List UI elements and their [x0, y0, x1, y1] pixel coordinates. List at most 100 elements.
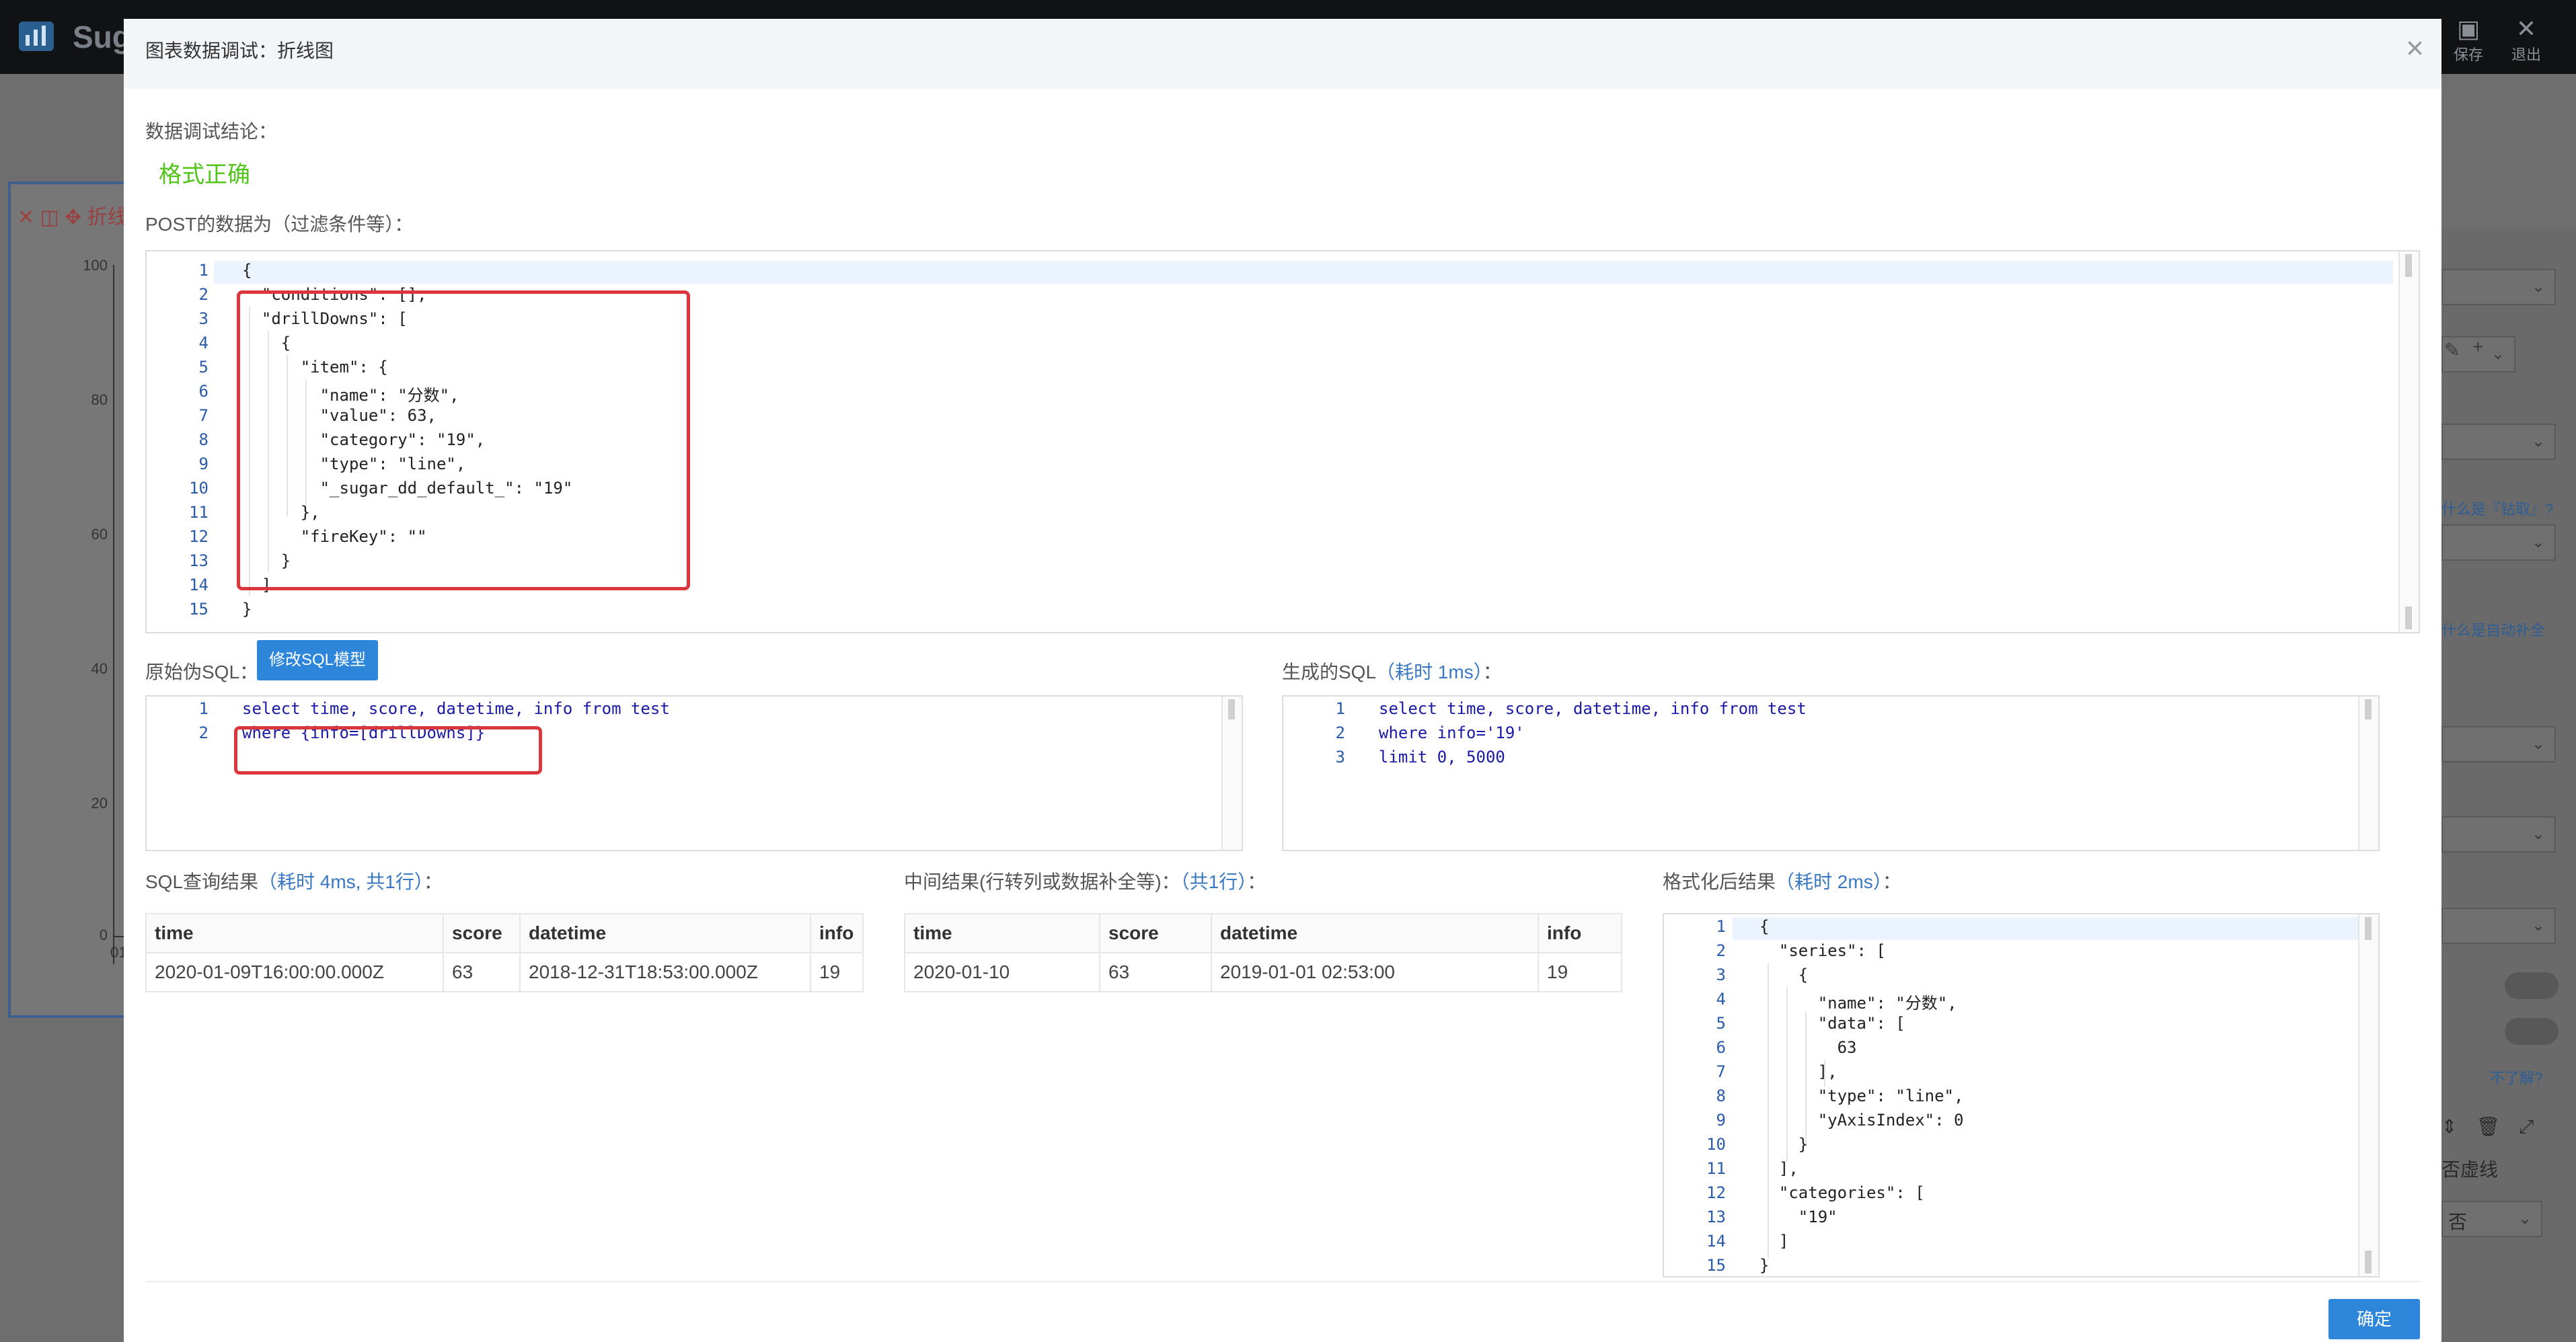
column-header: time	[904, 913, 1100, 953]
line-number: 11	[1706, 1159, 1726, 1178]
line-number: 11	[189, 503, 209, 522]
confirm-button[interactable]: 确定	[2328, 1299, 2420, 1339]
settings-select[interactable]: ⌄	[2441, 816, 2556, 853]
line-number: 3	[1335, 748, 1345, 766]
editor-scrollbar[interactable]	[2358, 697, 2378, 850]
line-number: 12	[189, 527, 209, 546]
line-number: 1	[198, 261, 209, 280]
generated-sql-label: 生成的SQL（耗时 1ms）：	[1282, 662, 1502, 682]
settings-select[interactable]: ⌄	[2441, 424, 2556, 460]
sql-result-label: SQL查询结果（耗时 4ms, 共1行）：	[145, 871, 443, 892]
modify-sql-button[interactable]: 修改SQL模型	[257, 640, 378, 680]
line-number: 8	[198, 430, 209, 449]
editor-scrollbar[interactable]	[2398, 251, 2419, 632]
settings-select[interactable]: ⌄	[2441, 269, 2556, 305]
line-number: 14	[1706, 1232, 1726, 1251]
select-value: 否	[2448, 1212, 2468, 1232]
formatted-result-label: 格式化后结果（耗时 2ms）：	[1663, 871, 1901, 892]
line-number: 9	[198, 455, 209, 473]
line-number-gutter: 12	[147, 697, 214, 850]
table-cell: 2020-01-10	[904, 952, 1100, 992]
row-tools[interactable]: ⇕ 🗑 ⤢	[2441, 1112, 2534, 1139]
generated-sql-editor[interactable]: 1 2 3 select time, score, datetime, info f…	[1282, 695, 2380, 851]
line-number: 5	[1716, 1014, 1726, 1033]
formatted-result-editor[interactable]: 1 2 3 4 5 6 7 8 9 10 11 12 13 14 15 { "series": [ { "n…	[1663, 913, 2380, 1277]
y-tick: 100	[83, 257, 108, 274]
code-line: "data": [	[1759, 1014, 1905, 1033]
code-line: {	[242, 261, 252, 280]
table-cell: 19	[810, 952, 864, 992]
column-header: score	[443, 913, 521, 953]
code-line: }	[242, 600, 252, 619]
raw-sql-label: 原始伪SQL：	[145, 662, 259, 682]
background-chart-panel: ✕ ◫ ✥ 折线 100 80 60 40 20 0 01	[8, 182, 132, 1018]
intermediate-result-meta: （共1行）	[1180, 871, 1248, 892]
line-number: 7	[1716, 1062, 1726, 1081]
conclusion-value: 格式正确	[159, 162, 250, 188]
line-number: 1	[198, 699, 209, 718]
y-tick: 20	[91, 795, 108, 812]
formatted-result-meta: （耗时 2ms）	[1776, 871, 1883, 892]
save-button[interactable]: ▣ 保存	[2441, 15, 2495, 65]
footer-divider	[145, 1281, 2420, 1282]
y-tick: 0	[99, 926, 108, 943]
line-number: 1	[1716, 917, 1726, 936]
column-header: datetime	[1211, 913, 1539, 953]
line-number: 2	[198, 285, 209, 304]
settings-toggle[interactable]	[2505, 1018, 2559, 1045]
column-header: datetime	[519, 913, 811, 953]
dashed-line-label: 否虚线	[2441, 1159, 2499, 1180]
editor-scrollbar[interactable]	[1221, 697, 1242, 850]
table-header-row: time score datetime info	[904, 913, 1622, 953]
background-settings-panel: ⌄ ⌄ ✎ + ⌄ 什么是『钻取』? ⌄ 什么是自动补全 ⌄ ⌄ ⌄ 不了解? …	[2441, 229, 2576, 1342]
table-header-row: time score datetime info	[145, 913, 864, 953]
code-line: select time, score, datetime, info from …	[242, 699, 670, 718]
background-chart-header: ✕ ◫ ✥ 折线	[17, 206, 128, 229]
line-number: 15	[189, 600, 209, 619]
line-number: 13	[1706, 1208, 1726, 1226]
settings-toggle[interactable]	[2505, 972, 2559, 999]
code-line: "type": "line",	[1759, 1087, 1964, 1105]
code-line: }	[1759, 1135, 1809, 1154]
active-line-highlight	[147, 261, 2393, 284]
sql-result-meta: （耗时 4ms, 共1行）	[258, 871, 424, 892]
intermediate-result-label: 中间结果(行转列或数据补全等)：（共1行）：	[904, 871, 1266, 892]
settings-select[interactable]: ⌄	[2441, 726, 2556, 762]
code-line: ]	[1759, 1232, 1789, 1251]
post-data-label: POST的数据为（过滤条件等）：	[145, 214, 414, 235]
table-cell: 19	[1538, 952, 1622, 992]
table-row: 2020-01-09T16:00:00.000Z 63 2018-12-31T1…	[145, 952, 864, 992]
drilldown-help-link[interactable]: 什么是『钻取』?	[2441, 498, 2553, 519]
line-number: 9	[1716, 1111, 1726, 1130]
exit-button[interactable]: ✕ 退出	[2499, 15, 2553, 65]
background-chart-axis	[113, 265, 114, 964]
chevron-down-icon: ⌄	[2531, 735, 2545, 753]
settings-select[interactable]: ⌄	[2441, 908, 2556, 944]
line-number: 13	[189, 551, 209, 570]
chevron-down-icon: ⌄	[2531, 432, 2545, 450]
chevron-down-icon: ⌄	[2491, 345, 2505, 363]
editor-scrollbar[interactable]	[2358, 914, 2378, 1276]
sql-result-table: time score datetime info 2020-01-09T16:0…	[145, 913, 864, 992]
logo-text: Sug	[73, 19, 131, 54]
close-icon[interactable]: ×	[2406, 30, 2424, 66]
line-number: 7	[198, 406, 209, 425]
line-number: 4	[198, 333, 209, 352]
logo-icon	[19, 22, 54, 51]
where-clause-highlight-box	[234, 726, 542, 775]
code-line: where info='19'	[1379, 723, 1525, 742]
autocomplete-help-link[interactable]: 什么是自动补全	[2441, 619, 2545, 640]
edit-icon[interactable]: ✎	[2444, 339, 2460, 361]
chevron-down-icon: ⌄	[2531, 916, 2545, 935]
code-line: ],	[1759, 1159, 1798, 1178]
help-link[interactable]: 不了解?	[2490, 1066, 2542, 1088]
add-icon[interactable]: +	[2472, 336, 2483, 358]
save-label: 保存	[2453, 46, 2483, 63]
code-line: 63	[1759, 1038, 1857, 1057]
table-row: 2020-01-10 63 2019-01-01 02:53:00 19	[904, 952, 1622, 992]
settings-select[interactable]: ⌄	[2441, 524, 2556, 561]
dialog-header: 图表数据调试：折线图 ×	[124, 19, 2441, 89]
line-number: 10	[189, 479, 209, 498]
line-number: 15	[1706, 1256, 1726, 1275]
column-header: info	[810, 913, 864, 953]
